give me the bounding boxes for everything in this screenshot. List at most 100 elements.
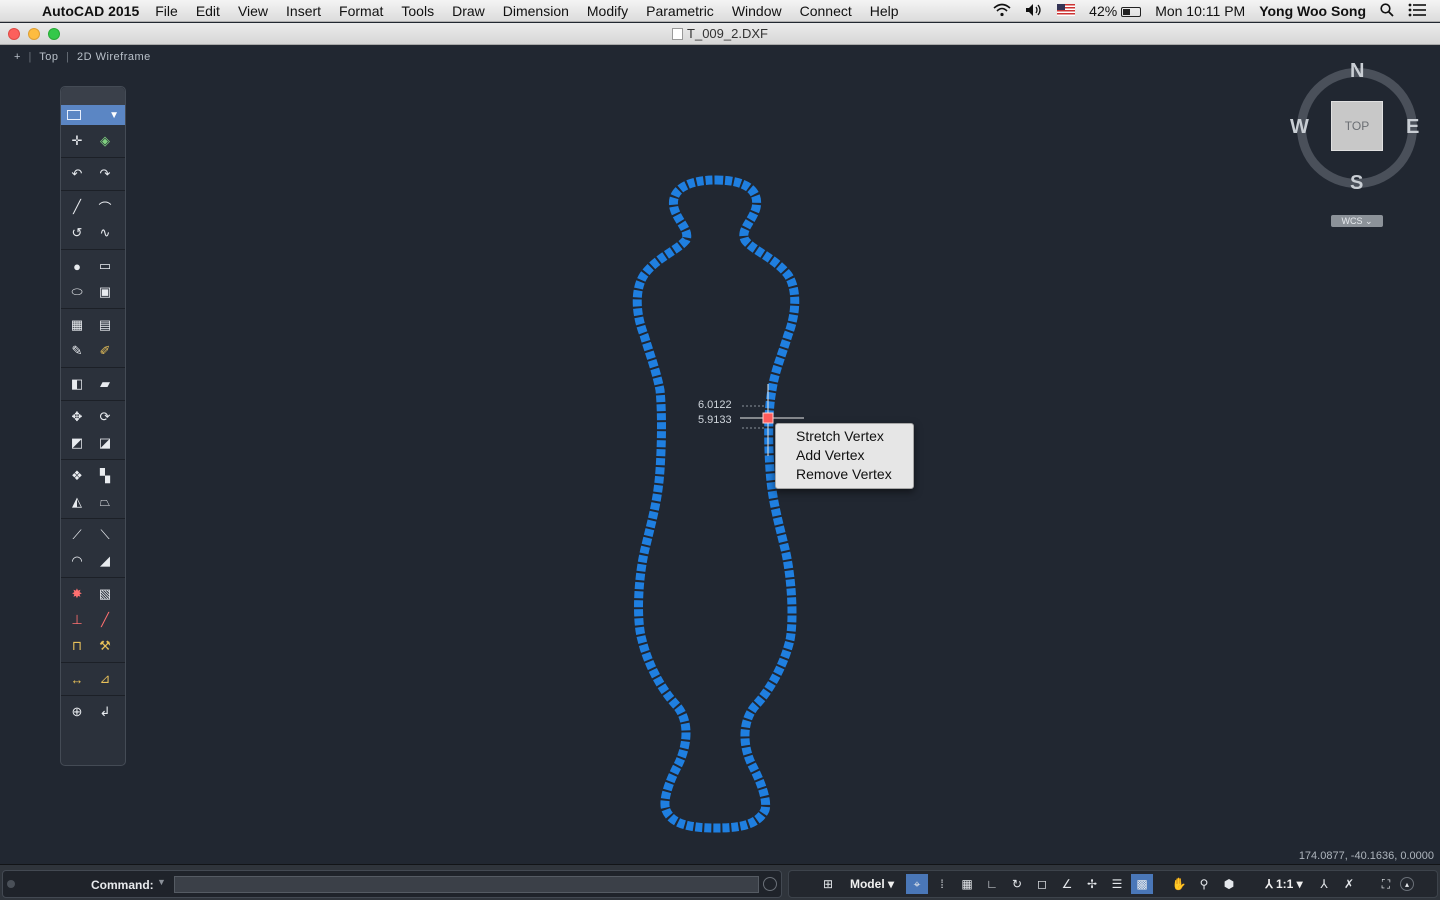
spotlight-search-icon[interactable] — [1380, 2, 1394, 20]
compass-north[interactable]: N — [1350, 60, 1364, 83]
edit-tool-icon[interactable]: ▧ — [95, 584, 115, 604]
line-tool-icon[interactable]: ╱ — [67, 197, 87, 217]
rotate-tool-icon[interactable]: ⟳ — [95, 407, 115, 427]
extend-tool-icon[interactable]: ⟍ — [95, 525, 115, 545]
object-snap-icon[interactable]: ✢ — [1081, 874, 1103, 894]
offset-tool-icon[interactable]: ⏢ — [95, 492, 115, 512]
menu-help[interactable]: Help — [870, 3, 899, 19]
clock[interactable]: Mon 10:11 PM — [1155, 3, 1245, 19]
menu-connect[interactable]: Connect — [800, 3, 852, 19]
viewcube[interactable]: TOP N S E W WCS ⌄ — [1290, 60, 1430, 240]
stretch-tool-icon[interactable]: ◪ — [95, 433, 115, 453]
linear-dimension-icon[interactable]: ↔ — [67, 669, 87, 689]
measure-line-icon[interactable]: ╱ — [95, 610, 115, 630]
ucs-dropdown[interactable]: WCS ⌄ — [1331, 215, 1383, 227]
customization-icon[interactable]: ▴ — [1400, 877, 1414, 891]
trim-tool-icon[interactable]: ⟋ — [67, 525, 87, 545]
palette-drag-handle[interactable] — [61, 87, 125, 105]
model-space-button[interactable]: Model ▾ — [848, 874, 896, 894]
menu-edit[interactable]: Edit — [196, 3, 220, 19]
pen-tool-icon[interactable]: ✎ — [67, 341, 87, 361]
polyline-tool-icon[interactable]: ⌒ — [95, 197, 115, 217]
menu-insert[interactable]: Insert — [286, 3, 321, 19]
ortho-mode-icon[interactable]: ∟ — [981, 874, 1003, 894]
orbit-icon[interactable]: ⬢ — [1218, 874, 1240, 894]
undo-icon[interactable]: ↶ — [67, 164, 87, 184]
remove-vertex-item[interactable]: Remove Vertex — [776, 465, 913, 484]
menu-tools[interactable]: Tools — [401, 3, 434, 19]
crosshair-tool-icon[interactable]: ✛ — [67, 131, 87, 151]
us-flag-icon[interactable] — [1057, 3, 1076, 19]
menu-modify[interactable]: Modify — [587, 3, 628, 19]
object-snap-tracking-icon[interactable]: ∠ — [1056, 874, 1078, 894]
join-tool-icon[interactable]: ⊓ — [67, 636, 87, 656]
layer-tool-icon[interactable]: ◈ — [95, 131, 115, 151]
hatch-tool-icon[interactable]: ▦ — [67, 315, 87, 335]
app-name-menu[interactable]: AutoCAD 2015 — [42, 3, 139, 19]
transparency-icon[interactable]: ▩ — [1131, 874, 1153, 894]
scale-tool-icon[interactable]: ◩ — [67, 433, 87, 453]
drawing-canvas[interactable] — [0, 46, 1440, 864]
annotation-visibility-icon[interactable]: ⅄ — [1313, 874, 1335, 894]
grid-display-icon[interactable]: ▦ — [956, 874, 978, 894]
drawing-viewport[interactable]: + | Top | 2D Wireframe 6.0122 5.9133 Str… — [0, 46, 1440, 864]
bottle-outline-polyline[interactable] — [632, 175, 800, 833]
arc-tool-icon[interactable]: ↺ — [67, 223, 87, 243]
aligned-dimension-icon[interactable]: ⊿ — [95, 669, 115, 689]
battery-status[interactable]: 42% — [1089, 3, 1142, 19]
hot-grip-vertex[interactable] — [762, 412, 774, 424]
break-tool-icon[interactable]: ⚒ — [95, 636, 115, 656]
menu-window[interactable]: Window — [732, 3, 782, 19]
command-line-options-icon[interactable] — [763, 877, 777, 891]
lineweight-icon[interactable]: ☰ — [1106, 874, 1128, 894]
fillet-tool-icon[interactable]: ◠ — [67, 551, 87, 571]
command-input[interactable] — [174, 876, 759, 893]
ellipse-tool-icon[interactable]: ⬭ — [67, 282, 87, 302]
menu-view[interactable]: View — [238, 3, 268, 19]
copy-tool-icon[interactable]: ❖ — [67, 466, 87, 486]
region-tool-icon[interactable]: ▣ — [95, 282, 115, 302]
snap-mode-icon[interactable]: ⁞ — [931, 874, 953, 894]
layout-grid-icon[interactable]: ⊞ — [817, 874, 839, 894]
mirror-tool-icon[interactable]: ◭ — [67, 492, 87, 512]
chamfer-tool-icon[interactable]: ◢ — [95, 551, 115, 571]
array-tool-icon[interactable]: ▚ — [95, 466, 115, 486]
volume-icon[interactable] — [1025, 3, 1043, 20]
point-tool-icon[interactable]: ⊥ — [67, 610, 87, 630]
circle-tool-icon[interactable]: ● — [67, 256, 87, 276]
move-tool-icon[interactable]: ✥ — [67, 407, 87, 427]
stretch-vertex-item[interactable]: Stretch Vertex — [776, 427, 913, 446]
zoom-window-icon[interactable]: ⊕ — [67, 702, 87, 722]
menu-parametric[interactable]: Parametric — [646, 3, 714, 19]
menu-draw[interactable]: Draw — [452, 3, 485, 19]
compass-south[interactable]: S — [1350, 172, 1363, 195]
redo-icon[interactable]: ↷ — [95, 164, 115, 184]
command-history-arrow-icon[interactable]: ▼ — [157, 877, 166, 887]
menu-format[interactable]: Format — [339, 3, 383, 19]
notification-center-icon[interactable] — [1408, 3, 1426, 20]
block-tool-icon[interactable]: ◧ — [67, 374, 87, 394]
user-name[interactable]: Yong Woo Song — [1259, 3, 1366, 19]
pan-hand-icon[interactable]: ✋ — [1168, 874, 1190, 894]
compass-east[interactable]: E — [1406, 116, 1419, 139]
menu-file[interactable]: File — [155, 3, 178, 19]
menu-dimension[interactable]: Dimension — [503, 3, 569, 19]
selection-mode-dropdown[interactable]: ▼ — [61, 105, 125, 125]
command-line-grip[interactable] — [7, 880, 15, 888]
zoom-icon[interactable]: ⚲ — [1193, 874, 1215, 894]
compass-west[interactable]: W — [1290, 116, 1309, 139]
ucs-tool-icon[interactable]: ↲ — [95, 702, 115, 722]
viewcube-top-face[interactable]: TOP — [1331, 101, 1383, 151]
explode-tool-icon[interactable]: ✸ — [67, 584, 87, 604]
fullscreen-icon[interactable]: ⛶ — [1375, 874, 1397, 894]
annotation-scale-button[interactable]: ⅄ 1:1 ▾ — [1261, 874, 1307, 894]
spline-tool-icon[interactable]: ∿ — [95, 223, 115, 243]
brush-tool-icon[interactable]: ✐ — [95, 341, 115, 361]
eraser-tool-icon[interactable]: ▰ — [95, 374, 115, 394]
wifi-icon[interactable] — [993, 3, 1011, 20]
isodraft-icon[interactable]: ◻ — [1031, 874, 1053, 894]
polar-tracking-icon[interactable]: ↻ — [1006, 874, 1028, 894]
add-vertex-item[interactable]: Add Vertex — [776, 446, 913, 465]
rectangle-tool-icon[interactable]: ▭ — [95, 256, 115, 276]
snap-cursor-icon[interactable]: ⌖ — [906, 874, 928, 894]
